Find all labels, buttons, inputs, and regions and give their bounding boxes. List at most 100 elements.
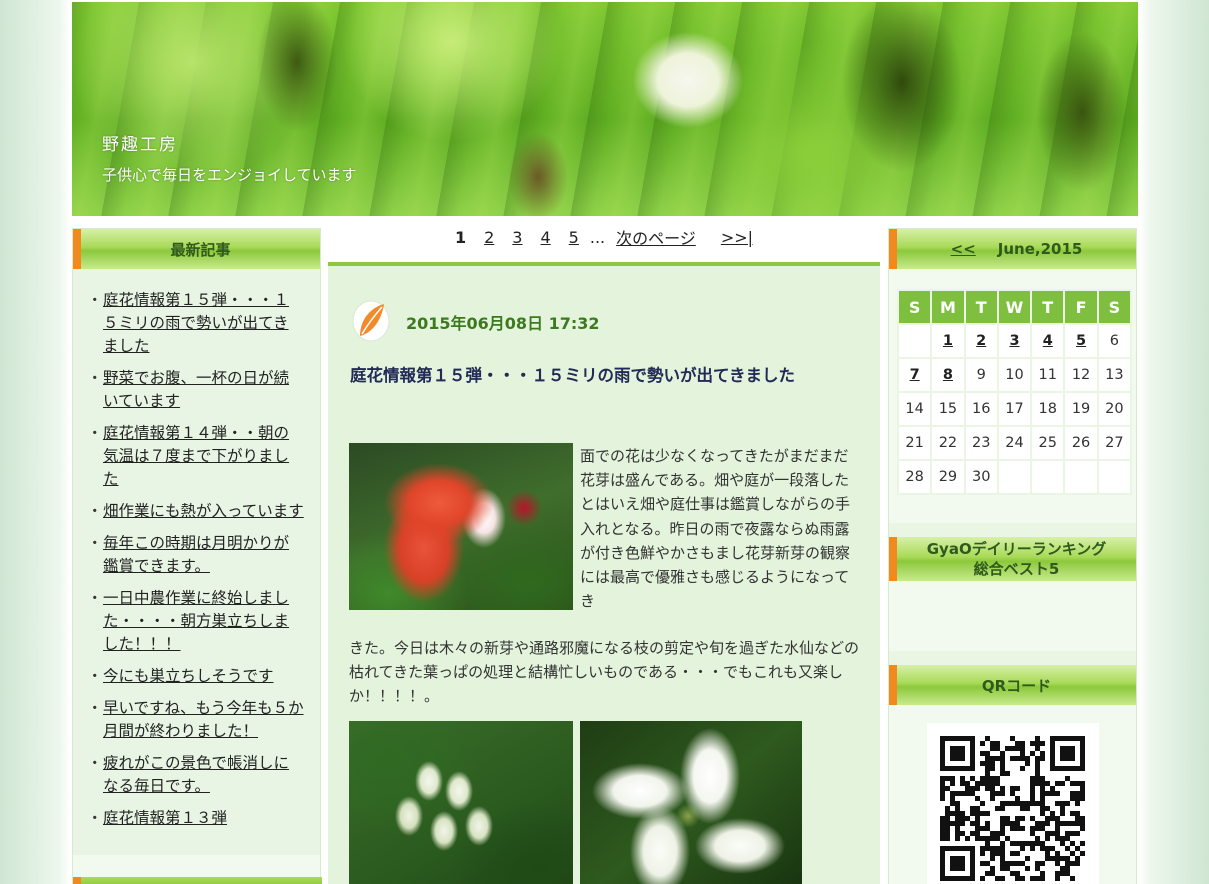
last-page-link[interactable]: >>| <box>721 228 753 247</box>
calendar-day-link[interactable]: 8 <box>943 367 953 383</box>
white-buds-photo[interactable] <box>349 721 573 884</box>
calendar-day: 1 <box>930 323 966 359</box>
recent-post-item: 庭花情報第１５弾・・・１５ミリの雨で勢いが出てきました <box>87 289 304 358</box>
weekday-header: F <box>1063 289 1099 325</box>
calendar-day: 24 <box>996 425 1033 461</box>
dogwood-photo[interactable] <box>580 721 802 884</box>
qr-box <box>889 705 1136 884</box>
recent-posts-list: 庭花情報第１５弾・・・１５ミリの雨で勢いが出てきました野菜でお腹、一杯の日が続い… <box>73 269 320 855</box>
page-ellipsis: ... <box>589 227 606 247</box>
calendar-day: 19 <box>1063 391 1099 427</box>
pagination: 1 2 3 4 5... 次のページ >>| <box>328 222 880 252</box>
calendar-day-link[interactable]: 3 <box>1009 333 1019 349</box>
recent-post-link[interactable]: 毎年この時期は月明かりが鑑賞できます。 <box>103 534 289 575</box>
recent-post-link[interactable]: 疲れがこの景色で帳消しになる毎日です。 <box>103 754 289 795</box>
calendar-day: 25 <box>1030 425 1066 461</box>
main-content: 2015年06月08日 17:32 庭花情報第１５弾・・・１５ミリの雨で勢いが出… <box>328 262 880 884</box>
post-body-part2: きた。今日は木々の新芽や通路邪魔になる枝の剪定や旬を過ぎた水仙などの枯れてきた葉… <box>349 639 860 706</box>
calendar-day <box>1063 459 1099 495</box>
calendar-table: SMTWTFS 1 2 3 4 5 6 7 8 9 10 11 12 13 14 15 16 17 18 19 20 2… <box>896 289 1133 495</box>
calendar-day: 15 <box>930 391 966 427</box>
calendar-day: 26 <box>1063 425 1099 461</box>
calendar-day-link[interactable]: 7 <box>910 367 920 383</box>
calendar-day: 13 <box>1096 357 1133 393</box>
next-box-heading <box>73 877 322 884</box>
weekday-header: W <box>996 289 1033 325</box>
calendar-day: 22 <box>930 425 966 461</box>
calendar-box: SMTWTFS 1 2 3 4 5 6 7 8 9 10 11 12 13 14 15 16 17 18 19 20 2… <box>889 269 1136 523</box>
calendar-day-link[interactable]: 4 <box>1043 333 1053 349</box>
recent-post-item: 毎年この時期は月明かりが鑑賞できます。 <box>87 532 304 578</box>
recent-post-link[interactable]: 畑作業にも熱が入っています <box>103 502 304 520</box>
calendar-day: 3 <box>996 323 1033 359</box>
recent-post-item: 野菜でお腹、一杯の日が続いています <box>87 367 304 413</box>
calendar-day <box>1096 459 1133 495</box>
next-page-link[interactable]: 次のページ <box>616 229 696 248</box>
left-sidebar: 最新記事 庭花情報第１５弾・・・１５ミリの雨で勢いが出てきました野菜でお腹、一杯… <box>72 228 322 884</box>
calendar-day: 6 <box>1096 323 1133 359</box>
calendar-prev-link[interactable]: << <box>951 240 976 258</box>
calendar-week: 14 15 16 17 18 19 20 <box>896 391 1133 427</box>
calendar-day <box>1030 459 1066 495</box>
right-sidebar: << June,2015 SMTWTFS 1 2 3 4 5 6 7 8 9 10 11 12 13 14… <box>888 228 1137 884</box>
gyao-heading-line2: 総合ベスト5 <box>973 560 1060 578</box>
recent-post-link[interactable]: 野菜でお腹、一杯の日が続いています <box>103 369 289 410</box>
weekday-header: M <box>930 289 966 325</box>
page: 野趣工房 子供心で毎日をエンジョイしています 最新記事 庭花情報第１５弾・・・１… <box>70 0 1139 884</box>
recent-post-link[interactable]: 早いですね、もう今年も５か月間が終わりました！ <box>103 699 304 740</box>
calendar-day: 17 <box>996 391 1033 427</box>
calendar-day: 21 <box>896 425 933 461</box>
spacer <box>889 651 1136 665</box>
post-body-part1: 面での花は少なくなってきたがまだまだ花芽は盛んである。畑や庭が一段落したとはいえ… <box>580 447 851 611</box>
calendar-day-link[interactable]: 2 <box>976 333 986 349</box>
calendar-day: 5 <box>1063 323 1099 359</box>
weekday-header: S <box>1096 289 1133 325</box>
recent-post-link[interactable]: 庭花情報第１４弾・・朝の気温は７度まで下がりました <box>103 424 289 488</box>
calendar-day: 10 <box>996 357 1033 393</box>
page-link-5[interactable]: 5 <box>569 228 579 247</box>
recent-post-item: 畑作業にも熱が入っています <box>87 500 304 523</box>
page-link-2[interactable]: 2 <box>484 228 494 247</box>
calendar-day: 20 <box>1096 391 1133 427</box>
leaf-icon <box>352 300 390 342</box>
recent-post-item: 一日中農作業に終始しました・・・・朝方巣立ちしました！！！ <box>87 587 304 656</box>
post-date: 2015年06月08日 17:32 <box>406 314 600 333</box>
weekday-header: T <box>963 289 999 325</box>
header-banner: 野趣工房 子供心で毎日をエンジョイしています <box>72 2 1138 216</box>
recent-post-item: 疲れがこの景色で帳消しになる毎日です。 <box>87 752 304 798</box>
spacer <box>889 523 1136 537</box>
site-title[interactable]: 野趣工房 <box>102 130 178 155</box>
recent-post-item: 庭花情報第１４弾・・朝の気温は７度まで下がりました <box>87 422 304 491</box>
calendar-day: 14 <box>896 391 933 427</box>
recent-post-item: 今にも巣立ちしそうです <box>87 665 304 688</box>
calendar-day: 12 <box>1063 357 1099 393</box>
calendar-day <box>896 323 933 359</box>
calendar-day-link[interactable]: 5 <box>1076 333 1086 349</box>
recent-post-link[interactable]: 今にも巣立ちしそうです <box>103 667 274 685</box>
calendar-day: 2 <box>963 323 999 359</box>
calendar-week: 21 22 23 24 25 26 27 <box>896 425 1133 461</box>
site-tagline: 子供心で毎日をエンジョイしています <box>102 166 357 184</box>
calendar-week: 28 29 30 <box>896 459 1133 495</box>
qr-code-image <box>927 723 1099 884</box>
gyao-ranking-box <box>889 581 1136 651</box>
calendar-day: 16 <box>963 391 999 427</box>
calendar-day: 18 <box>1030 391 1066 427</box>
qr-heading: QRコード <box>889 665 1136 705</box>
recent-post-link[interactable]: 一日中農作業に終始しました・・・・朝方巣立ちしました！！！ <box>103 589 289 653</box>
calendar-heading: << June,2015 <box>889 229 1136 269</box>
page-current: 1 <box>454 227 467 247</box>
weekday-header: T <box>1030 289 1066 325</box>
recent-post-link[interactable]: 庭花情報第１３弾 <box>103 809 227 827</box>
recent-post-item: 庭花情報第１３弾 <box>87 807 304 830</box>
calendar-day-link[interactable]: 1 <box>943 333 953 349</box>
post-title[interactable]: 庭花情報第１５弾・・・１５ミリの雨で勢いが出てきました <box>350 362 795 386</box>
gyao-ranking-heading: GyaOデイリーランキング 総合ベスト5 <box>889 537 1136 581</box>
calendar-day: 7 <box>896 357 933 393</box>
calendar-day: 9 <box>963 357 999 393</box>
page-link-3[interactable]: 3 <box>512 228 522 247</box>
page-link-4[interactable]: 4 <box>540 228 550 247</box>
azalea-photo[interactable] <box>349 443 573 610</box>
calendar-day: 11 <box>1030 357 1066 393</box>
recent-post-link[interactable]: 庭花情報第１５弾・・・１５ミリの雨で勢いが出てきました <box>103 291 289 355</box>
